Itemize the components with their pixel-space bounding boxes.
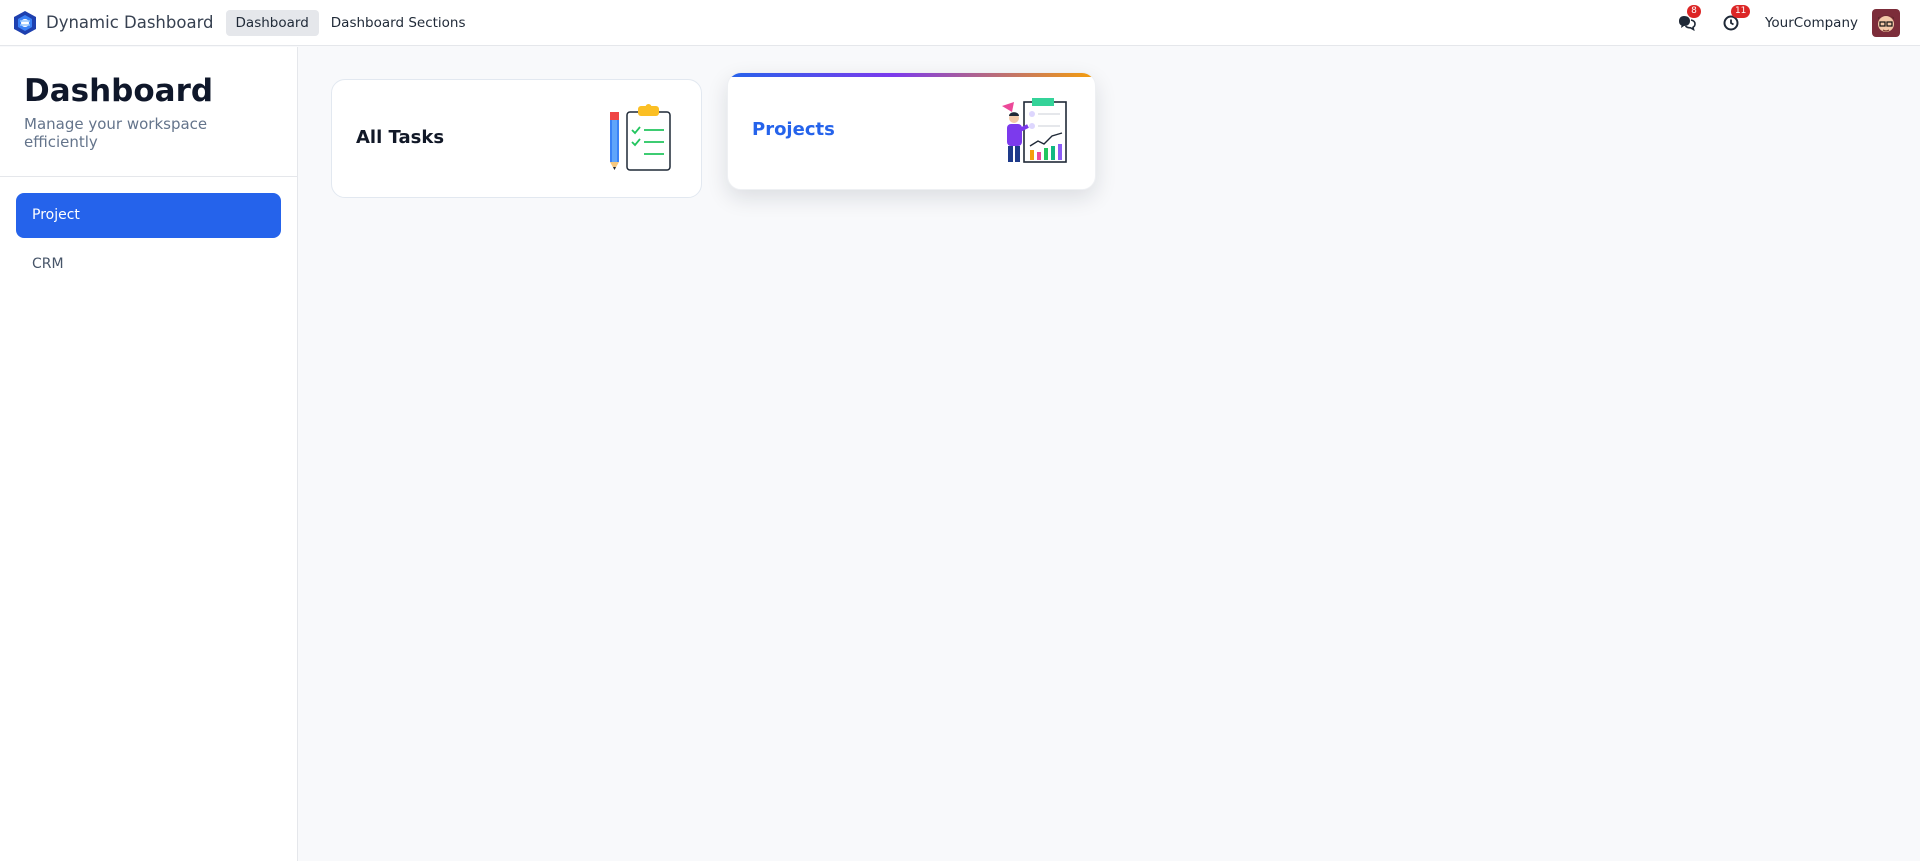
messages-button[interactable]: 8 <box>1677 4 1701 33</box>
app-name: Dynamic Dashboard <box>46 13 214 32</box>
card-all-tasks[interactable]: All Tasks <box>331 79 702 198</box>
presentation-chart-icon <box>1002 98 1067 163</box>
card-title: All Tasks <box>356 127 445 148</box>
card-projects[interactable]: Projects <box>727 72 1096 190</box>
user-avatar-icon <box>1872 8 1900 37</box>
page-subtitle: Manage your workspace efficiently <box>24 115 208 151</box>
user-avatar[interactable] <box>1872 8 1900 37</box>
clipboard-checklist-icon <box>610 104 671 171</box>
menu-item-dashboard[interactable]: Dashboard <box>225 9 319 36</box>
card-title: Projects <box>752 119 835 140</box>
sidebar-item-project[interactable]: Project <box>16 193 281 238</box>
main-menu: Dashboard Dashboard Sections <box>225 9 478 36</box>
page-title: Dashboard <box>24 73 214 109</box>
sidebar: Dashboard Manage your workspace efficien… <box>0 47 298 861</box>
menu-item-dashboard-sections[interactable]: Dashboard Sections <box>321 10 476 36</box>
activities-button[interactable]: 11 <box>1721 4 1751 33</box>
sidebar-item-crm[interactable]: CRM <box>16 242 281 287</box>
app-logo-icon <box>14 10 36 35</box>
systray: 8 11 YourCompany <box>1677 4 1900 37</box>
activities-count-badge: 11 <box>1730 4 1751 18</box>
sidebar-nav: Project CRM <box>0 177 297 307</box>
app-brand[interactable]: Dynamic Dashboard <box>12 10 214 36</box>
company-switcher[interactable]: YourCompany <box>1765 15 1858 31</box>
card-accent-bar <box>728 73 1095 77</box>
top-navbar: Dynamic Dashboard Dashboard Dashboard Se… <box>0 0 1920 46</box>
messages-count-badge: 8 <box>1686 4 1701 18</box>
sidebar-header: Dashboard Manage your workspace efficien… <box>0 47 297 177</box>
